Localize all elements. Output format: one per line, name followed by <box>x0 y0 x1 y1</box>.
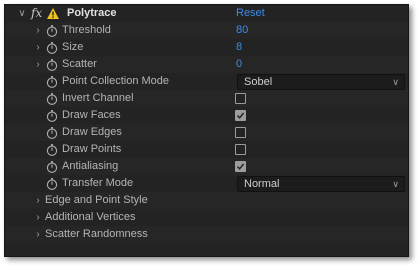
property-label: Transfer Mode <box>62 177 134 189</box>
group-label: Additional Vertices <box>45 211 136 223</box>
property-label: Antialiasing <box>62 160 119 172</box>
property-row-scatter: › Scatter 0 <box>5 56 408 73</box>
property-label: Size <box>62 41 84 53</box>
chevron-right-icon[interactable]: › <box>33 226 43 243</box>
property-label: Draw Faces <box>62 109 121 121</box>
property-label: Threshold <box>62 24 111 36</box>
property-label: Point Collection Mode <box>62 75 170 87</box>
stopwatch-icon[interactable] <box>46 144 58 156</box>
property-label: Draw Edges <box>62 126 122 138</box>
group-row-edge-and-point-style[interactable]: › Edge and Point Style <box>5 192 408 209</box>
invert-channel-checkbox[interactable] <box>235 93 246 104</box>
effect-controls-panel: ∨ fx Polytrace Reset › Threshold 80 › Si… <box>4 4 409 257</box>
group-label: Scatter Randomness <box>45 228 148 240</box>
stopwatch-icon[interactable] <box>46 178 58 190</box>
property-row-draw-faces: Draw Faces <box>5 107 408 124</box>
scatter-value[interactable]: 0 <box>236 56 242 73</box>
reset-button[interactable]: Reset <box>236 5 265 22</box>
chevron-right-icon[interactable]: › <box>33 56 43 73</box>
chevron-right-icon[interactable]: › <box>33 209 43 226</box>
property-row-point-collection-mode: Point Collection Mode Sobel ∨ <box>5 73 408 90</box>
select-value: Normal <box>244 178 280 190</box>
chevron-right-icon[interactable]: › <box>33 39 43 56</box>
property-row-invert-channel: Invert Channel <box>5 90 408 107</box>
group-row-additional-vertices[interactable]: › Additional Vertices <box>5 209 408 226</box>
property-row-threshold: › Threshold 80 <box>5 22 408 39</box>
draw-faces-checkbox[interactable] <box>235 110 246 121</box>
draw-points-checkbox[interactable] <box>235 144 246 155</box>
point-collection-mode-select[interactable]: Sobel ∨ <box>237 74 405 90</box>
stopwatch-icon[interactable] <box>46 127 58 139</box>
property-row-antialiasing: Antialiasing <box>5 158 408 175</box>
warning-icon <box>47 8 59 19</box>
chevron-down-icon: ∨ <box>392 179 399 189</box>
property-row-draw-edges: Draw Edges <box>5 124 408 141</box>
chevron-right-icon[interactable]: › <box>33 22 43 39</box>
property-label: Draw Points <box>62 143 122 155</box>
stopwatch-icon[interactable] <box>46 110 58 122</box>
stopwatch-icon[interactable] <box>46 59 58 71</box>
antialiasing-checkbox[interactable] <box>235 161 246 172</box>
stopwatch-icon[interactable] <box>46 25 58 37</box>
property-row-transfer-mode: Transfer Mode Normal ∨ <box>5 175 408 192</box>
chevron-down-icon: ∨ <box>392 77 399 87</box>
effect-header-row[interactable]: ∨ fx Polytrace Reset <box>5 5 408 22</box>
effect-name: Polytrace <box>67 7 117 19</box>
group-row-scatter-randomness[interactable]: › Scatter Randomness <box>5 226 408 243</box>
fx-toggle-icon[interactable]: fx <box>31 5 42 22</box>
group-label: Edge and Point Style <box>45 194 148 206</box>
stopwatch-icon[interactable] <box>46 76 58 88</box>
property-row-draw-points: Draw Points <box>5 141 408 158</box>
stopwatch-icon[interactable] <box>46 42 58 54</box>
size-value[interactable]: 8 <box>236 39 242 56</box>
property-row-size: › Size 8 <box>5 39 408 56</box>
stopwatch-icon[interactable] <box>46 161 58 173</box>
threshold-value[interactable]: 80 <box>236 22 248 39</box>
stopwatch-icon[interactable] <box>46 93 58 105</box>
property-label: Invert Channel <box>62 92 134 104</box>
property-label: Scatter <box>62 58 97 70</box>
transfer-mode-select[interactable]: Normal ∨ <box>237 176 405 192</box>
select-value: Sobel <box>244 76 273 88</box>
chevron-down-icon[interactable]: ∨ <box>17 5 27 22</box>
chevron-right-icon[interactable]: › <box>33 192 43 209</box>
draw-edges-checkbox[interactable] <box>235 127 246 138</box>
